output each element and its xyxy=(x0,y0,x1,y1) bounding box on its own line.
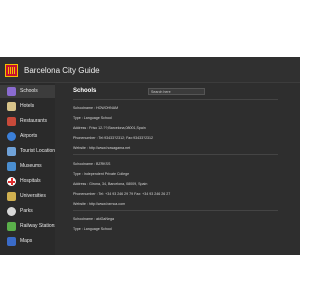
sidebar: Schools Hotels Restaurants Airports Tour… xyxy=(0,83,58,255)
sidebar-item-railway-stations[interactable]: Railway Stations xyxy=(0,220,57,233)
sidebar-item-parks[interactable]: Parks xyxy=(0,205,55,218)
museum-icon xyxy=(7,162,16,171)
page-title: Schools xyxy=(73,88,97,94)
sidebar-item-maps[interactable]: Maps xyxy=(0,235,55,248)
sidebar-item-universities[interactable]: Universities xyxy=(0,190,55,203)
sidebar-item-label: Hotels xyxy=(20,103,35,109)
sidebar-item-label: Parks xyxy=(20,208,33,214)
railway-icon xyxy=(7,222,16,231)
divider xyxy=(73,99,278,100)
school-phone: Phonenumber : Tel:93433?2312; Fax:93433?… xyxy=(73,136,154,140)
main-panel: Schools Schoolname : HOWOHNAM Type : Lan… xyxy=(55,83,300,255)
airport-icon xyxy=(7,132,16,141)
school-website[interactable]: Website : http://www.howagama.net xyxy=(73,146,130,150)
header-bar: Barcelona City Guide xyxy=(0,57,300,83)
app-window: Barcelona City Guide Schools Hotels Rest… xyxy=(0,57,300,255)
school-website[interactable]: Website : http://www.bzrnca.com xyxy=(73,202,125,206)
school-name: Schoolname : BZRKSS xyxy=(73,162,111,166)
sidebar-item-label: Tourist Locations xyxy=(20,148,58,154)
divider xyxy=(73,154,278,155)
sidebar-item-label: Restaurants xyxy=(20,118,47,124)
search-input[interactable] xyxy=(148,88,205,95)
sidebar-item-label: Schools xyxy=(20,88,38,94)
sidebar-item-label: Maps xyxy=(20,238,33,244)
sidebar-item-schools[interactable]: Schools xyxy=(0,85,55,98)
school-address: Address : Friso 12-??;Barcelona,08001,Sp… xyxy=(73,126,146,130)
park-icon xyxy=(7,207,16,216)
school-type: Type : Independent Private College xyxy=(73,172,130,176)
divider xyxy=(73,210,278,211)
sidebar-item-tourist-locations[interactable]: Tourist Locations xyxy=(0,145,58,158)
sidebar-item-hotels[interactable]: Hotels xyxy=(0,100,55,113)
sidebar-item-label: Airports xyxy=(20,133,38,139)
hotel-icon xyxy=(7,102,16,111)
school-icon xyxy=(7,87,16,96)
university-icon xyxy=(7,192,16,201)
sidebar-item-label: Railway Stations xyxy=(20,223,57,229)
sidebar-item-label: Museums xyxy=(20,163,42,169)
app-title: Barcelona City Guide xyxy=(24,66,100,75)
sidebar-item-hospitals[interactable]: Hospitals xyxy=(0,175,55,188)
sidebar-item-museums[interactable]: Museums xyxy=(0,160,55,173)
school-name: Schoolname : akiGaNega xyxy=(73,217,114,221)
hospital-icon xyxy=(7,177,16,186)
sidebar-item-airports[interactable]: Airports xyxy=(0,130,55,143)
school-type: Type : Language School xyxy=(73,116,112,120)
tourist-icon xyxy=(7,147,16,156)
map-icon xyxy=(7,237,16,246)
school-address: Address : Girona, 34, Barcelona, 08009, … xyxy=(73,182,148,186)
school-type: Type : Language School xyxy=(73,227,112,231)
sidebar-item-label: Hospitals xyxy=(20,178,41,184)
school-name: Schoolname : HOWOHNAM xyxy=(73,106,119,110)
restaurant-icon xyxy=(7,117,16,126)
barcelona-flag-icon xyxy=(5,64,18,77)
school-phone: Phonenumber : Tel: +34 93 246 29 79 Fax:… xyxy=(73,192,171,196)
sidebar-item-label: Universities xyxy=(20,193,46,199)
sidebar-item-restaurants[interactable]: Restaurants xyxy=(0,115,55,128)
